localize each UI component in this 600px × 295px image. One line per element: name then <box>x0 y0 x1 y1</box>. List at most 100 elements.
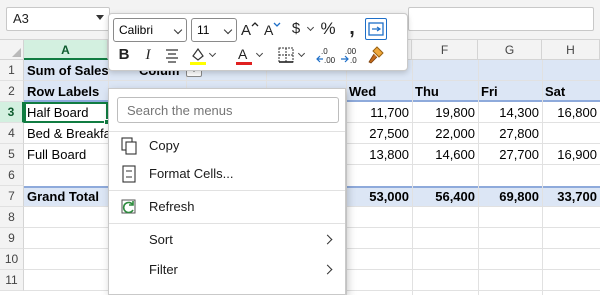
column-header-g[interactable]: G <box>478 40 542 60</box>
decrease-decimal-button[interactable]: .00.0 <box>339 44 361 66</box>
chevron-down-icon <box>223 25 233 35</box>
select-all-button[interactable] <box>0 40 24 60</box>
column-header-a[interactable]: A <box>24 40 108 60</box>
pivot-value[interactable]: 16,900 <box>542 144 600 165</box>
font-color-dropdown[interactable] <box>256 44 264 66</box>
comma-style-button[interactable]: , <box>341 18 363 40</box>
fill-color-dropdown[interactable] <box>209 44 217 66</box>
menu-item-label: Format Cells... <box>149 166 234 181</box>
pivot-value[interactable] <box>542 123 600 144</box>
borders-button[interactable] <box>275 44 297 66</box>
font-name-value: Calibri <box>119 23 154 37</box>
increase-font-icon: A <box>241 22 259 39</box>
format-painter-table-button[interactable] <box>365 18 387 40</box>
align-center-button[interactable] <box>161 44 183 66</box>
pivot-header-wed[interactable]: Wed <box>346 81 412 102</box>
pivot-value[interactable]: 13,800 <box>346 144 412 165</box>
increase-decimal-icon: .0.00 <box>316 47 336 65</box>
pivot-title[interactable]: Sum of Sales <box>24 60 108 81</box>
formula-input[interactable] <box>408 7 594 31</box>
pivot-value[interactable]: 16,800 <box>542 102 600 123</box>
format-cells-icon <box>122 165 136 183</box>
row-header-8[interactable]: 8 <box>0 207 24 228</box>
menu-item-copy[interactable]: Copy <box>109 131 345 161</box>
row-header-9[interactable]: 9 <box>0 228 24 249</box>
menu-item-refresh[interactable]: Refresh <box>109 192 345 222</box>
italic-button[interactable]: I <box>137 44 159 66</box>
pivot-value[interactable]: 27,700 <box>478 144 542 165</box>
increase-decimal-button[interactable]: .0.00 <box>315 44 337 66</box>
copy-icon <box>121 137 137 155</box>
pivot-value[interactable]: 11,700 <box>346 102 412 123</box>
menu-item-format-cells[interactable]: Format Cells... <box>109 159 345 189</box>
row-header-4[interactable]: 4 <box>0 123 24 144</box>
font-size-value: 11 <box>197 23 210 37</box>
bold-button[interactable]: B <box>113 44 135 66</box>
pivot-value[interactable]: 19,800 <box>412 102 478 123</box>
pivot-grand-total-value[interactable]: 69,800 <box>478 186 542 207</box>
chevron-right-icon <box>322 234 333 245</box>
decrease-font-icon: A <box>264 22 281 38</box>
menu-search-input[interactable] <box>117 97 339 123</box>
pivot-grand-total-value[interactable]: 33,700 <box>542 186 600 207</box>
format-painter-button[interactable] <box>365 44 387 66</box>
mini-toolbar: Calibri 11 A A $ % , B I A .0.00 .00 .0 <box>108 13 408 71</box>
refresh-icon <box>121 199 136 214</box>
row-header-11[interactable]: 11 <box>0 270 24 291</box>
name-box[interactable]: A3 <box>6 7 110 31</box>
pivot-value[interactable]: 22,000 <box>412 123 478 144</box>
borders-icon <box>278 47 294 63</box>
pivot-row-label[interactable]: Full Board <box>24 144 108 165</box>
accounting-format-button[interactable]: $ <box>285 18 307 40</box>
row-header-6[interactable]: 6 <box>0 165 24 186</box>
pivot-grand-total-value[interactable]: 53,000 <box>346 186 412 207</box>
svg-text:A: A <box>238 46 248 62</box>
chevron-down-icon <box>173 25 183 35</box>
accounting-format-dropdown[interactable] <box>307 18 315 40</box>
active-cell-selection <box>24 102 110 125</box>
format-painter-icon <box>368 46 384 64</box>
percent-style-button[interactable]: % <box>317 18 339 40</box>
pivot-value[interactable]: 14,300 <box>478 102 542 123</box>
pivot-row-label[interactable]: Bed & Breakfast <box>24 123 108 144</box>
pivot-value[interactable]: 27,800 <box>478 123 542 144</box>
column-header-f[interactable]: F <box>412 40 478 60</box>
menu-divider <box>109 223 345 224</box>
borders-dropdown[interactable] <box>298 44 306 66</box>
align-center-icon <box>166 49 178 63</box>
pivot-value[interactable]: 14,600 <box>412 144 478 165</box>
row-header-2[interactable]: 2 <box>0 81 24 102</box>
currency-symbol: $ <box>291 20 301 37</box>
font-size-select[interactable]: 11 <box>191 18 237 42</box>
row-header-1[interactable]: 1 <box>0 60 24 81</box>
menu-item-sort[interactable]: Sort <box>109 225 345 255</box>
font-color-icon: A <box>236 46 252 65</box>
increase-font-size-button[interactable]: A <box>239 18 261 40</box>
row-header-5[interactable]: 5 <box>0 144 24 165</box>
italic-label: I <box>145 47 151 63</box>
context-menu: Copy Format Cells... Refresh Sort Filter <box>108 88 346 295</box>
pivot-header-sat[interactable]: Sat <box>542 81 600 102</box>
svg-text:.0: .0 <box>350 56 357 65</box>
svg-text:.00: .00 <box>345 47 357 56</box>
menu-item-filter[interactable]: Filter <box>109 255 345 285</box>
row-header-3[interactable]: 3 <box>0 102 24 123</box>
decrease-font-size-button[interactable]: A <box>262 18 284 40</box>
comma-symbol: , <box>349 17 355 39</box>
svg-text:A: A <box>264 22 274 38</box>
name-box-dropdown-icon[interactable] <box>96 15 104 20</box>
menu-item-label: Sort <box>149 232 173 247</box>
font-color-button[interactable]: A <box>233 44 255 66</box>
pivot-header-thu[interactable]: Thu <box>412 81 478 102</box>
pivot-row-labels[interactable]: Row Labels <box>24 81 108 102</box>
row-header-10[interactable]: 10 <box>0 249 24 270</box>
column-header-h[interactable]: H <box>542 40 600 60</box>
pivot-grand-total-value[interactable]: 56,400 <box>412 186 478 207</box>
row-header-7[interactable]: 7 <box>0 186 24 207</box>
pivot-value[interactable]: 27,500 <box>346 123 412 144</box>
merge-center-icon <box>368 22 384 36</box>
pivot-header-fri[interactable]: Fri <box>478 81 542 102</box>
pivot-grand-total-label[interactable]: Grand Total <box>24 186 108 207</box>
font-name-select[interactable]: Calibri <box>113 18 187 42</box>
fill-color-button[interactable] <box>187 44 209 66</box>
